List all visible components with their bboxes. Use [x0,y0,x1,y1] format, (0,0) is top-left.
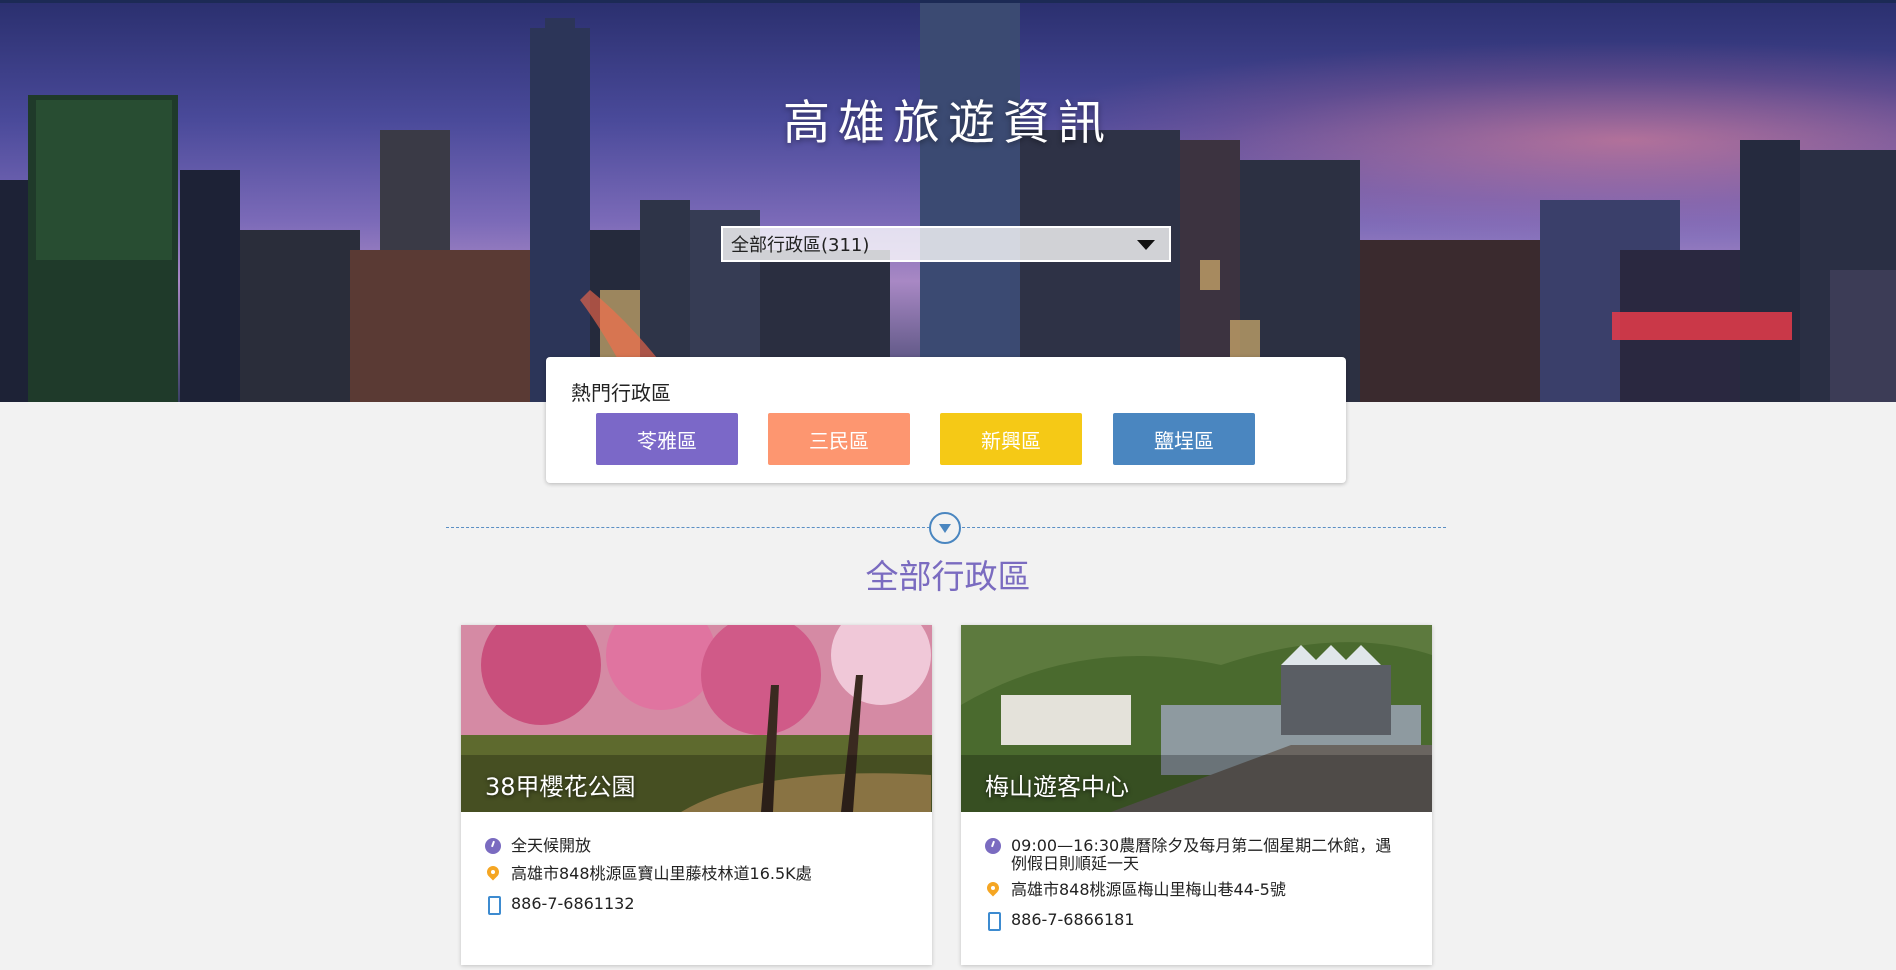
phone: 886-7-6866181 [985,910,1405,931]
page-title: 高雄旅遊資訊 [783,96,1113,151]
opening-hours-text: 09:00—16:30農曆除夕及每月第二個星期二休館，遇例假日則順延一天 [1011,836,1392,873]
district-button-sanmin[interactable]: 三民區 [768,413,910,465]
hero-banner: 高雄旅遊資訊 全部行政區(311) [0,0,1896,402]
opening-hours: 全天候開放 [485,837,905,855]
phone-icon [485,896,501,915]
hot-districts-panel: 熱門行政區 苓雅區 三民區 新興區 鹽埕區 [546,357,1346,483]
opening-hours: 09:00—16:30農曆除夕及每月第二個星期二休館，遇例假日則順延一天 [985,837,1405,873]
top-border [0,0,1896,3]
caret-down-icon [1137,240,1155,250]
arrow-down-circle-icon[interactable] [929,512,961,544]
clock-icon [485,838,501,854]
address-text: 高雄市848桃源區梅山里梅山巷44-5號 [1011,880,1286,899]
map-pin-icon [985,882,1001,898]
phone-icon [985,912,1001,931]
phone: 886-7-6861132 [485,894,905,915]
city-skyline-image [0,0,1896,402]
attraction-name: 梅山遊客中心 [985,773,1129,801]
district-button-yancheng[interactable]: 鹽埕區 [1113,413,1255,465]
district-select[interactable]: 全部行政區(311) [721,226,1171,262]
attraction-card[interactable]: 梅山遊客中心 09:00—16:30農曆除夕及每月第二個星期二休館，遇例假日則順… [961,625,1432,965]
address-text: 高雄市848桃源區寶山里藤枝林道16.5K處 [511,864,812,883]
hot-districts-title: 熱門行政區 [571,381,671,405]
district-button-xinxing[interactable]: 新興區 [940,413,1082,465]
address: 高雄市848桃源區梅山里梅山巷44-5號 [985,881,1405,899]
attraction-name: 38甲櫻花公園 [485,773,636,801]
district-button-lingya[interactable]: 苓雅區 [596,413,738,465]
phone-text: 886-7-6866181 [1011,910,1135,929]
phone-text: 886-7-6861132 [511,894,635,913]
opening-hours-text: 全天候開放 [511,836,592,855]
address: 高雄市848桃源區寶山里藤枝林道16.5K處 [485,865,905,883]
clock-icon [985,838,1001,854]
map-pin-icon [485,866,501,882]
district-select-value: 全部行政區(311) [731,235,870,256]
attraction-card[interactable]: 38甲櫻花公園 全天候開放 高雄市848桃源區寶山里藤枝林道16.5K處 886… [461,625,932,965]
section-title: 全部行政區 [865,557,1031,596]
